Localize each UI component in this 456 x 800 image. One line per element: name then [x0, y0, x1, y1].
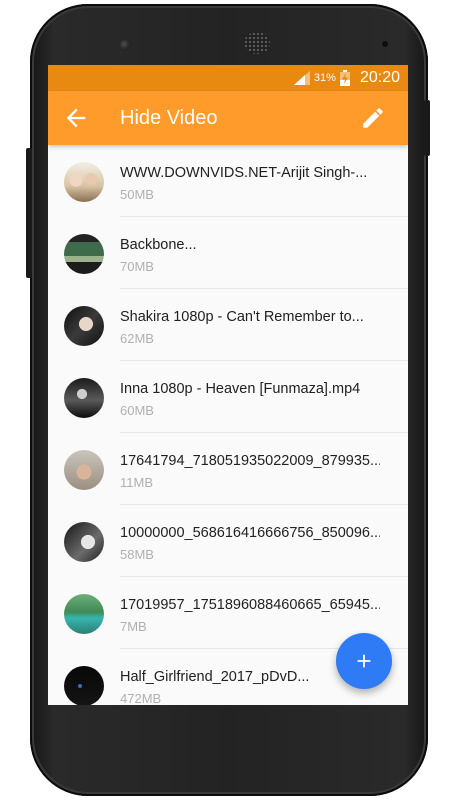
- edit-pencil-icon[interactable]: [360, 105, 386, 131]
- video-title: Backbone...: [120, 237, 197, 253]
- video-title: WWW.DOWNVIDS.NET-Arijit Singh-...: [120, 165, 368, 181]
- plus-icon: [357, 654, 371, 668]
- video-title: 17641794_718051935022009_879935...: [120, 453, 380, 469]
- video-size: 472MB: [120, 691, 162, 705]
- video-thumbnail: [64, 162, 104, 202]
- earpiece-speaker: [236, 28, 280, 58]
- arrow-back-icon[interactable]: [62, 104, 90, 132]
- video-thumbnail: [64, 306, 104, 346]
- list-item[interactable]: 17641794_718051935022009_879935... 11MB: [48, 433, 408, 505]
- video-size: 58MB: [120, 547, 154, 562]
- list-item[interactable]: Inna 1080p - Heaven [Funmaza].mp4 60MB: [48, 361, 408, 433]
- video-thumbnail: [64, 666, 104, 705]
- list-item[interactable]: WWW.DOWNVIDS.NET-Arijit Singh-... 50MB: [48, 145, 408, 217]
- video-thumbnail: [64, 522, 104, 562]
- battery-percent: 31%: [313, 72, 336, 84]
- signal-icon: [293, 71, 310, 85]
- video-thumbnail: [64, 594, 104, 634]
- front-camera: [120, 40, 130, 50]
- list-item[interactable]: Shakira 1080p - Can't Remember to... 62M…: [48, 289, 408, 361]
- power-button: [424, 100, 430, 156]
- video-title: 17019957_1751896088460665_65945...: [120, 597, 380, 613]
- status-time: 20:20: [359, 69, 400, 86]
- video-size: 62MB: [120, 331, 154, 346]
- list-item[interactable]: 10000000_568616416666756_850096... 58MB: [48, 505, 408, 577]
- battery-charging-icon: [339, 70, 350, 86]
- video-list: WWW.DOWNVIDS.NET-Arijit Singh-... 50MB B…: [48, 145, 408, 705]
- volume-button: [26, 148, 32, 278]
- app-bar: Hide Video: [48, 91, 408, 145]
- screen: 31% 20:20 Hide Video WWW.DOWNVIDS.NET-Ar…: [48, 65, 408, 705]
- video-title: Shakira 1080p - Can't Remember to...: [120, 309, 364, 325]
- video-title: 10000000_568616416666756_850096...: [120, 525, 380, 541]
- video-size: 7MB: [120, 619, 147, 634]
- list-item[interactable]: Backbone... 70MB: [48, 217, 408, 289]
- video-size: 60MB: [120, 403, 154, 418]
- video-thumbnail: [64, 450, 104, 490]
- video-size: 50MB: [120, 187, 154, 202]
- add-video-button[interactable]: [336, 633, 392, 689]
- video-size: 70MB: [120, 259, 154, 274]
- video-title: Inna 1080p - Heaven [Funmaza].mp4: [120, 381, 361, 397]
- video-thumbnail: [64, 378, 104, 418]
- video-size: 11MB: [120, 475, 153, 490]
- proximity-sensor: [382, 41, 388, 47]
- status-bar: 31% 20:20: [48, 65, 408, 91]
- page-title: Hide Video: [120, 106, 218, 129]
- video-thumbnail: [64, 234, 104, 274]
